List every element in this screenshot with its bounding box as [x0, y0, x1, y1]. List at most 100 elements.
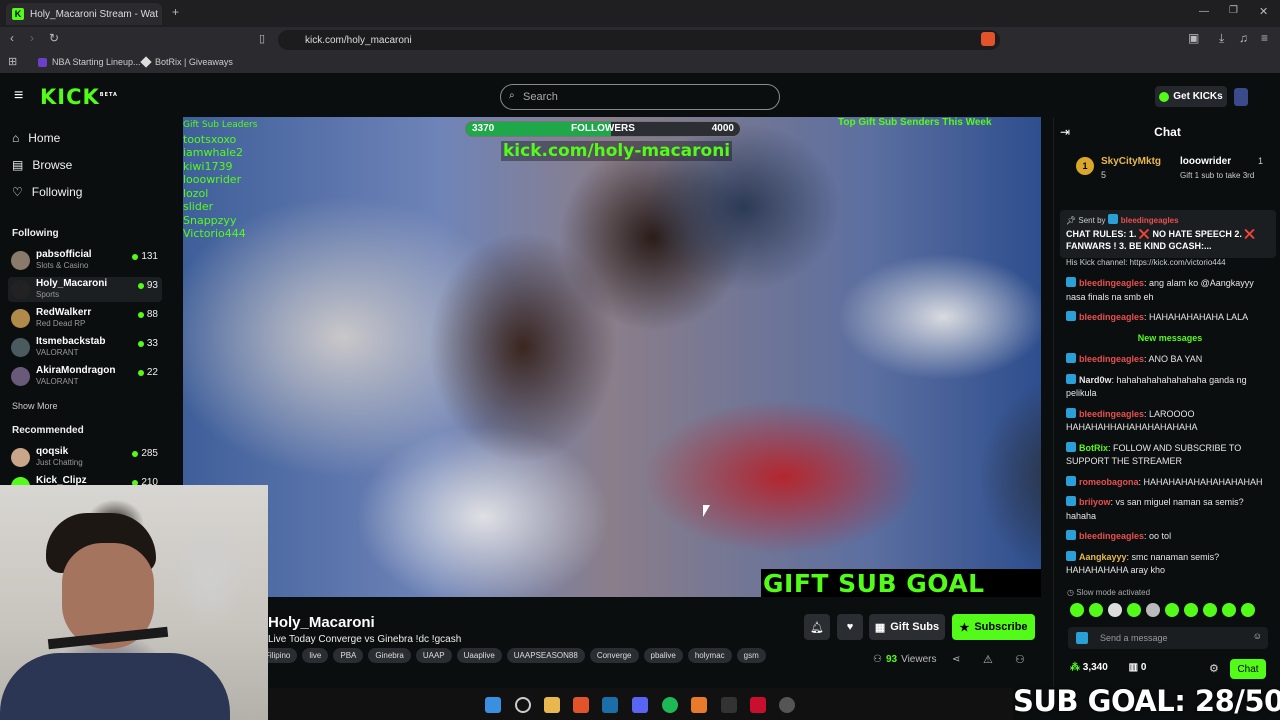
- show-more-link[interactable]: Show More: [12, 401, 58, 411]
- sidebar-channel-qoqsik[interactable]: qoqsik Just Chatting 285: [8, 445, 162, 470]
- terminal-icon[interactable]: [721, 697, 737, 713]
- emote-icon[interactable]: [1222, 603, 1236, 617]
- emote-icon[interactable]: [1146, 603, 1160, 617]
- send-message-input[interactable]: Send a message ☺: [1068, 627, 1268, 649]
- nav-browse[interactable]: ▤ Browse: [12, 158, 72, 172]
- slow-mode-notice: ◷ Slow mode activated: [1067, 588, 1150, 597]
- stream-tag[interactable]: UAAPSEASON88: [506, 648, 585, 663]
- spotify-icon[interactable]: [662, 697, 678, 713]
- chat-username[interactable]: Nard0w: [1079, 375, 1112, 385]
- search-input[interactable]: ⌕ Search: [500, 84, 780, 110]
- sidebar-toggle-icon[interactable]: ▣: [1188, 31, 1199, 45]
- video-player[interactable]: Gift Sub Leaders tootsxoxo iamwhale2 kiw…: [183, 117, 1041, 597]
- browser-tab[interactable]: K Holy_Macaroni Stream - Wat ✕: [6, 3, 162, 25]
- emote-icon[interactable]: [1241, 603, 1255, 617]
- follow-button[interactable]: ♥: [837, 614, 863, 640]
- stream-tag[interactable]: pbalive: [643, 648, 683, 663]
- file-explorer-icon[interactable]: [544, 697, 560, 713]
- gift-subs-button[interactable]: ▦ Gift Subs: [869, 614, 945, 640]
- stream-tag[interactable]: gsm: [736, 648, 766, 663]
- settings-gear-icon[interactable]: ⚙: [1209, 662, 1219, 675]
- emote-icon[interactable]: [1089, 603, 1103, 617]
- kick-logo[interactable]: KICKBETA: [40, 85, 118, 109]
- bookmark-icon[interactable]: ▯: [259, 32, 265, 45]
- emote-icon[interactable]: [1184, 603, 1198, 617]
- emote-icon[interactable]: [1127, 603, 1141, 617]
- emote-icon[interactable]: [1108, 603, 1122, 617]
- discord-icon[interactable]: [632, 697, 648, 713]
- nba-favicon-icon: [38, 57, 47, 67]
- viewer-count: 88: [137, 309, 158, 320]
- reload-icon[interactable]: ↻: [49, 31, 59, 45]
- brave-shield-icon[interactable]: [981, 32, 995, 46]
- media-icon[interactable]: ♫: [1239, 31, 1248, 45]
- steam-icon[interactable]: [602, 697, 618, 713]
- chat-text: oo tol: [1149, 531, 1172, 541]
- apps-grid-icon[interactable]: ⊞: [8, 55, 17, 68]
- app-icon[interactable]: [691, 697, 707, 713]
- forward-icon[interactable]: ›: [30, 31, 34, 45]
- add-user-icon[interactable]: ⚇: [1015, 653, 1025, 666]
- nav-following[interactable]: ♡ Following: [12, 185, 82, 199]
- search-icon[interactable]: [515, 697, 531, 713]
- chat-username[interactable]: bleedingeagles: [1079, 409, 1144, 419]
- kicks-coin-icon: [1159, 91, 1170, 102]
- emote-icon[interactable]: [1165, 603, 1179, 617]
- nav-home[interactable]: ⌂ Home: [12, 131, 60, 145]
- brave-browser-icon[interactable]: [573, 697, 589, 713]
- stream-tag[interactable]: live: [302, 648, 329, 663]
- chat-username[interactable]: BotRix: [1079, 443, 1108, 453]
- obs-icon[interactable]: [779, 697, 795, 713]
- channel-category: Slots & Casino: [36, 261, 89, 270]
- get-kicks-button[interactable]: Get KICKs: [1155, 86, 1227, 107]
- sidebar-channel-redwalkerr[interactable]: RedWalkerr Red Dead RP 88: [8, 306, 162, 331]
- stream-tag[interactable]: UAAP: [415, 648, 452, 663]
- windows-start-icon[interactable]: [485, 697, 501, 713]
- sidebar-channel-akiramondragon[interactable]: AkiraMondragon VALORANT 22: [8, 364, 162, 389]
- report-icon[interactable]: ⚠: [983, 653, 993, 666]
- stream-tag[interactable]: Ginebra: [368, 648, 411, 663]
- back-icon[interactable]: ‹: [10, 31, 14, 45]
- stream-tag[interactable]: PBA: [333, 648, 364, 663]
- avatar[interactable]: [1234, 88, 1248, 106]
- sidebar-channel-holy-macaroni[interactable]: Holy_Macaroni Sports 93: [8, 277, 162, 302]
- points-icon: ⁂: [1070, 662, 1080, 673]
- close-window-icon[interactable]: ✕: [1259, 5, 1268, 18]
- chat-username[interactable]: Aangkayyy: [1079, 552, 1127, 562]
- notification-bell-button[interactable]: 🔔︎: [804, 614, 830, 640]
- stream-tag[interactable]: holymac: [687, 648, 732, 663]
- bookmarks-bar: ⊞ NBA Starting Lineup... BotRix | Giveaw…: [0, 53, 1280, 73]
- emote-icon[interactable]: [1203, 603, 1217, 617]
- minimize-icon[interactable]: —: [1199, 6, 1209, 17]
- bookmark-botrix[interactable]: BotRix | Giveaways: [140, 56, 233, 68]
- chat-username[interactable]: bleedingeagles: [1079, 278, 1144, 288]
- channel-category: VALORANT: [36, 348, 79, 357]
- chat-username[interactable]: bleedingeagles: [1079, 531, 1144, 541]
- chat-username[interactable]: bleedingeagles: [1079, 312, 1144, 322]
- hamburger-menu-icon[interactable]: ≡: [14, 87, 23, 105]
- share-icon[interactable]: ⋖: [952, 654, 960, 665]
- bookmark-nba[interactable]: NBA Starting Lineup...: [38, 57, 141, 67]
- sidebar-channel-itsmebackstab[interactable]: Itsmebackstab VALORANT 33: [8, 335, 162, 360]
- download-icon[interactable]: ⤓: [1219, 31, 1224, 46]
- chat-badge-icon: [1066, 277, 1076, 287]
- stream-tag[interactable]: Uaaplive: [456, 648, 502, 663]
- streamer-name[interactable]: Holy_Macaroni: [268, 614, 375, 631]
- emoji-icon[interactable]: ☺: [1253, 631, 1262, 641]
- viewer-count: 33: [137, 338, 158, 349]
- sidebar-channel-pabsofficial[interactable]: pabsofficial Slots & Casino 131: [8, 248, 162, 273]
- stream-tag[interactable]: Converge: [589, 648, 639, 663]
- chat-username[interactable]: briiyow: [1079, 497, 1111, 507]
- emote-icon[interactable]: [1070, 603, 1084, 617]
- subscribe-button[interactable]: ★ Subscribe: [952, 614, 1035, 640]
- new-tab-icon[interactable]: +: [172, 5, 179, 19]
- chat-send-button[interactable]: Chat: [1230, 659, 1266, 679]
- second-name: looowrider: [1180, 156, 1232, 167]
- app-icon[interactable]: [750, 697, 766, 713]
- chat-username[interactable]: romeobagona: [1079, 477, 1139, 487]
- maximize-icon[interactable]: ❐: [1229, 5, 1238, 16]
- menu-icon[interactable]: ≡: [1261, 31, 1268, 45]
- pinned-message[interactable]: 📌︎ Sent by bleedingeagles CHAT RULES: 1.…: [1060, 210, 1276, 258]
- chat-username[interactable]: bleedingeagles: [1079, 354, 1144, 364]
- url-field[interactable]: kick.com/holy_macaroni: [278, 30, 1000, 50]
